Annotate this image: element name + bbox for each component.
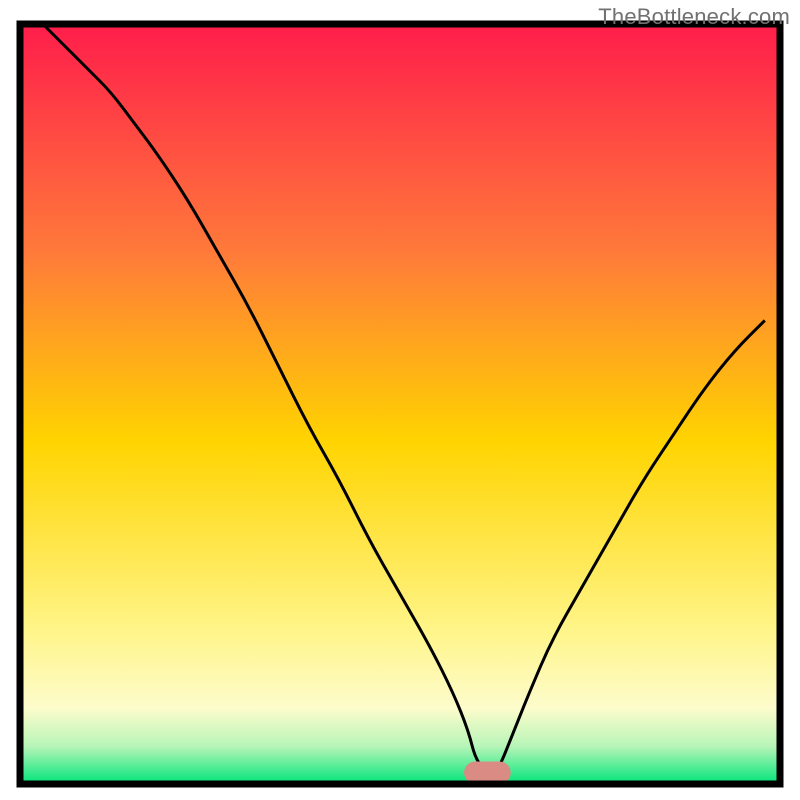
bottleneck-chart [0, 0, 800, 800]
chart-container: TheBottleneck.com [0, 0, 800, 800]
plot-background [20, 24, 780, 784]
minimum-marker [465, 762, 511, 783]
attribution-label: TheBottleneck.com [598, 4, 790, 30]
